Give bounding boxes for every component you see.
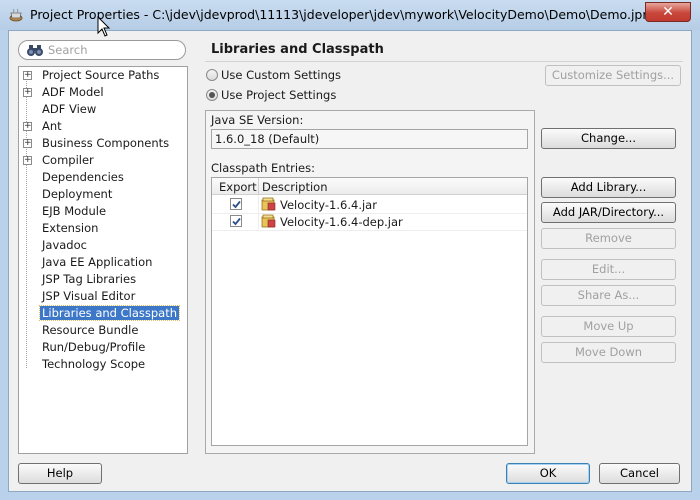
- cancel-button[interactable]: Cancel: [599, 463, 680, 484]
- tree-item-label: Deployment: [42, 187, 113, 201]
- column-separator: [258, 178, 259, 195]
- java-se-version-field: 1.6.0_18 (Default): [211, 129, 528, 149]
- tree-item[interactable]: Java EE Application: [19, 254, 187, 271]
- tree-item[interactable]: ADF View: [19, 101, 187, 118]
- tree-item-label: Ant: [42, 119, 62, 133]
- tree-item[interactable]: + ADF Model: [19, 84, 187, 101]
- share-as-button[interactable]: Share As...: [541, 285, 676, 306]
- jar-file-icon: [261, 197, 276, 211]
- tree-item[interactable]: Run/Debug/Profile: [19, 339, 187, 356]
- use-project-settings-radio[interactable]: [206, 89, 218, 101]
- tree-item[interactable]: JSP Visual Editor: [19, 288, 187, 305]
- tree-item[interactable]: + Business Components: [19, 135, 187, 152]
- use-custom-settings-label[interactable]: Use Custom Settings: [221, 68, 341, 82]
- tree-item-label: JSP Visual Editor: [42, 289, 136, 303]
- tree-item[interactable]: Libraries and Classpath: [19, 305, 187, 322]
- title-divider: [205, 61, 683, 62]
- window-title: Project Properties - C:\jdev\jdevprod\11…: [30, 7, 648, 22]
- tree-item-label: Technology Scope: [42, 357, 146, 371]
- jar-file-icon: [261, 214, 276, 228]
- checkmark-icon: [232, 217, 241, 226]
- jdeveloper-cup-icon: [9, 8, 23, 22]
- ok-button[interactable]: OK: [506, 463, 590, 484]
- search-input[interactable]: [48, 42, 178, 58]
- java-se-version-label: Java SE Version:: [211, 113, 304, 127]
- expand-plus-icon[interactable]: +: [23, 156, 32, 165]
- move-up-button[interactable]: Move Up: [541, 316, 676, 337]
- tree-item-label: Extension: [42, 221, 99, 235]
- edit-button[interactable]: Edit...: [541, 259, 676, 280]
- export-checkbox[interactable]: [230, 198, 242, 210]
- tree-item-label: Compiler: [42, 153, 94, 167]
- tree-item[interactable]: Javadoc: [19, 237, 187, 254]
- tree-item[interactable]: Resource Bundle: [19, 322, 187, 339]
- tree-item-label: Project Source Paths: [42, 68, 160, 82]
- tree-item[interactable]: Technology Scope: [19, 356, 187, 373]
- table-row[interactable]: Velocity-1.6.4-dep.jar: [212, 213, 527, 231]
- tree-item-label: EJB Module: [42, 204, 107, 218]
- panel-title: Libraries and Classpath: [211, 42, 384, 57]
- classpath-entry-name: Velocity-1.6.4.jar: [280, 198, 377, 212]
- add-jar-directory-button[interactable]: Add JAR/Directory...: [541, 202, 676, 223]
- tree-item[interactable]: EJB Module: [19, 203, 187, 220]
- tree-item-label: Run/Debug/Profile: [42, 340, 146, 354]
- tree-item[interactable]: Extension: [19, 220, 187, 237]
- tree-item-label: Javadoc: [42, 238, 87, 252]
- tree-item[interactable]: + Compiler: [19, 152, 187, 169]
- description-column-header[interactable]: Description: [262, 180, 328, 194]
- tree-item-label: Dependencies: [42, 170, 124, 184]
- classpath-entries-label: Classpath Entries:: [211, 161, 315, 175]
- tree-item[interactable]: + Project Source Paths: [19, 67, 187, 84]
- tree-item[interactable]: JSP Tag Libraries: [19, 271, 187, 288]
- close-window-button[interactable]: ✕: [645, 2, 691, 22]
- tree-item[interactable]: Dependencies: [19, 169, 187, 186]
- export-checkbox[interactable]: [230, 215, 242, 227]
- tree-item[interactable]: Deployment: [19, 186, 187, 203]
- expand-plus-icon[interactable]: +: [23, 88, 32, 97]
- tree-item-label: Business Components: [42, 136, 170, 150]
- expand-plus-icon[interactable]: +: [23, 71, 32, 80]
- customize-settings-button[interactable]: Customize Settings...: [545, 65, 681, 86]
- tree-item-label: Resource Bundle: [42, 323, 139, 337]
- use-project-settings-label[interactable]: Use Project Settings: [221, 88, 336, 102]
- checkmark-icon: [232, 200, 241, 209]
- tree-item[interactable]: + Ant: [19, 118, 187, 135]
- expand-plus-icon[interactable]: +: [23, 139, 32, 148]
- help-button[interactable]: Help: [18, 463, 102, 484]
- move-down-button[interactable]: Move Down: [541, 342, 676, 363]
- mouse-cursor-icon: [97, 16, 111, 37]
- tree-item-label: JSP Tag Libraries: [42, 272, 137, 286]
- classpath-entry-name: Velocity-1.6.4-dep.jar: [280, 215, 403, 229]
- tree-item-label: ADF Model: [42, 85, 104, 99]
- add-library-button[interactable]: Add Library...: [541, 177, 676, 198]
- classpath-table-header: [212, 178, 527, 195]
- tree-item-label: Libraries and Classpath: [38, 305, 181, 321]
- binoculars-icon: [27, 45, 43, 56]
- table-row[interactable]: Velocity-1.6.4.jar: [212, 196, 527, 214]
- export-column-header[interactable]: Export: [219, 180, 257, 194]
- use-custom-settings-radio[interactable]: [206, 69, 218, 81]
- change-button[interactable]: Change...: [541, 128, 676, 149]
- remove-button[interactable]: Remove: [541, 228, 676, 249]
- tree-item-label: ADF View: [42, 102, 97, 116]
- tree-item-label: Java EE Application: [42, 255, 153, 269]
- expand-plus-icon[interactable]: +: [23, 122, 32, 131]
